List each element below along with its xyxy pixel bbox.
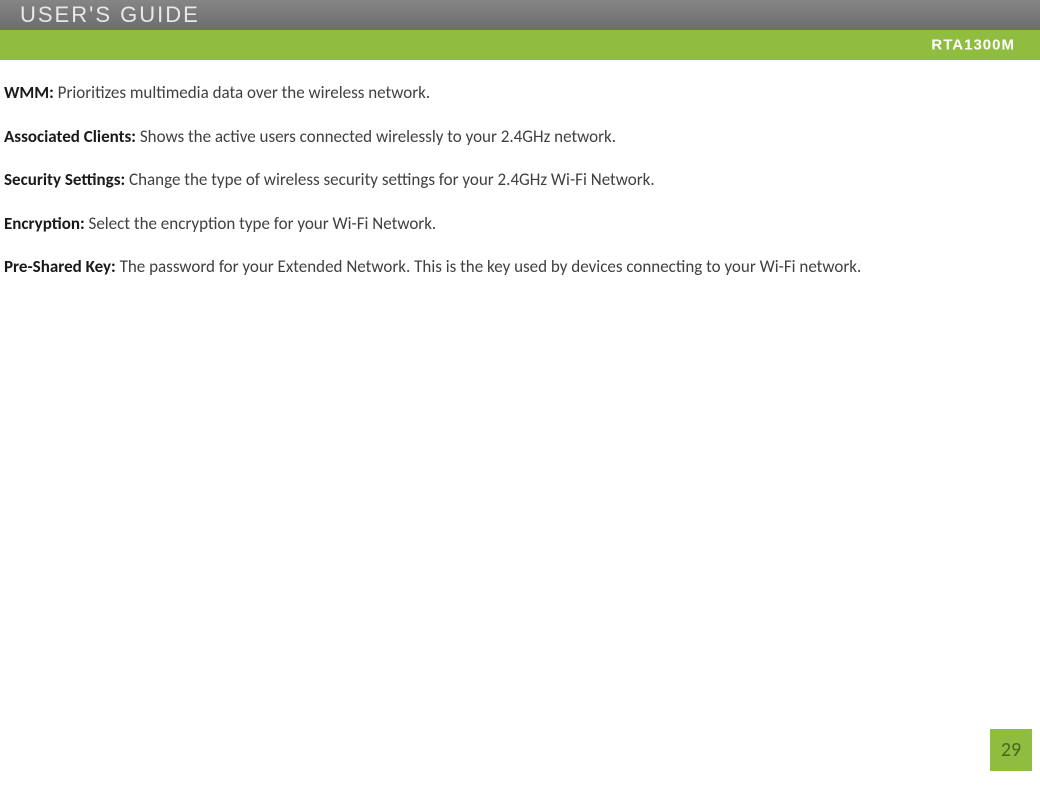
definition-item: Encryption: Select the encryption type f… — [4, 211, 1030, 237]
definition-term: WMM: — [4, 82, 54, 103]
definition-description: Prioritizes multimedia data over the wir… — [54, 82, 430, 103]
definition-description: Select the encryption type for your Wi-F… — [85, 213, 437, 234]
definition-description: The password for your Extended Network. … — [116, 256, 862, 277]
page-number-box: 29 — [990, 729, 1032, 771]
definition-item: Pre-Shared Key: The password for your Ex… — [4, 254, 1030, 280]
definition-item: Associated Clients: Shows the active use… — [4, 124, 1030, 150]
header-bottom-bar: RTA1300M — [0, 30, 1040, 60]
definition-term: Associated Clients: — [4, 126, 136, 147]
model-number: RTA1300M — [931, 37, 1015, 54]
definition-description: Change the type of wireless security set… — [125, 169, 654, 190]
definition-term: Pre-Shared Key: — [4, 256, 116, 277]
definition-term: Encryption: — [4, 213, 85, 234]
content-area: WMM: Prioritizes multimedia data over th… — [0, 60, 1040, 280]
definition-item: WMM: Prioritizes multimedia data over th… — [4, 80, 1030, 106]
document-header: USER'S GUIDE RTA1300M — [0, 0, 1040, 60]
guide-title: USER'S GUIDE — [20, 2, 200, 28]
definition-term: Security Settings: — [4, 169, 125, 190]
header-top-bar: USER'S GUIDE — [0, 0, 1040, 30]
definition-description: Shows the active users connected wireles… — [136, 126, 616, 147]
page-number: 29 — [1001, 738, 1021, 762]
definition-item: Security Settings: Change the type of wi… — [4, 167, 1030, 193]
